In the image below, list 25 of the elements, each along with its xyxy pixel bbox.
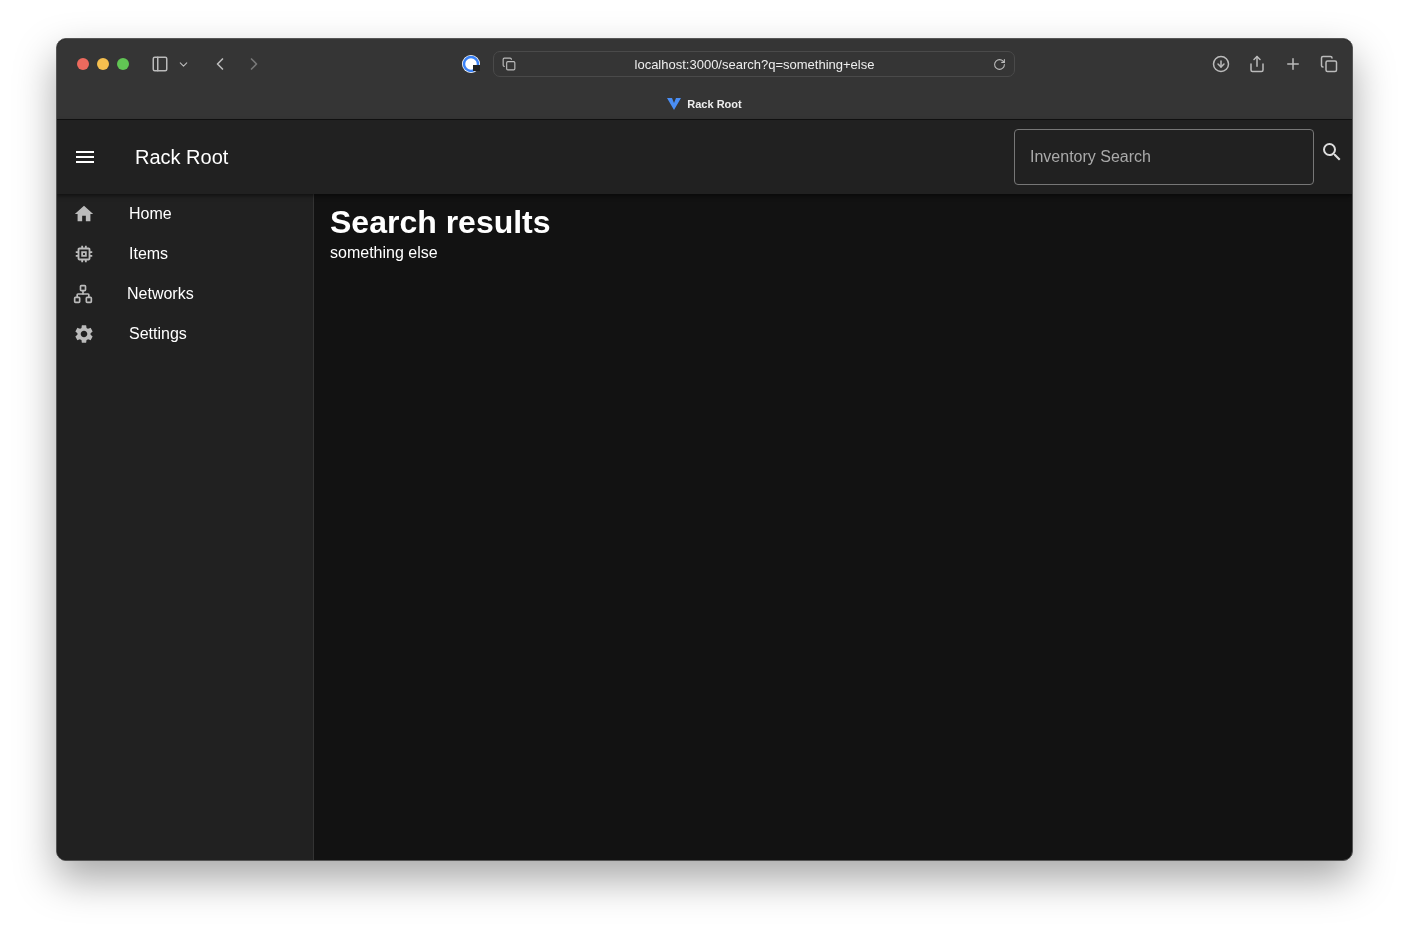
- app-title: Rack Root: [135, 145, 230, 169]
- page-menu-icon[interactable]: [502, 57, 516, 71]
- settings-icon: [73, 323, 95, 345]
- nav-item[interactable]: Home: [57, 194, 313, 234]
- nav-item[interactable]: Settings: [57, 314, 313, 354]
- minimize-window-button[interactable]: [97, 58, 109, 70]
- new-tab-icon[interactable]: [1284, 55, 1302, 73]
- nav-item[interactable]: Networks: [57, 274, 313, 314]
- search-field[interactable]: Inventory Search: [1014, 129, 1314, 185]
- nav-item[interactable]: Items: [57, 234, 313, 274]
- reload-icon[interactable]: [993, 57, 1006, 71]
- tabs-overview-icon[interactable]: [1320, 55, 1338, 73]
- tab-title[interactable]: Rack Root: [687, 98, 742, 110]
- chip-icon: [73, 243, 95, 265]
- sidebar-toggle-icon[interactable]: [151, 55, 169, 73]
- share-icon[interactable]: [1248, 55, 1266, 73]
- close-window-button[interactable]: [77, 58, 89, 70]
- search-query: something else: [330, 244, 439, 262]
- network-icon: [73, 284, 93, 304]
- download-icon[interactable]: [1212, 55, 1230, 73]
- maximize-window-button[interactable]: [117, 58, 129, 70]
- address-bar[interactable]: localhost:3000/search?q=something+else: [493, 51, 1015, 77]
- v-logo-icon: [667, 98, 682, 110]
- page-heading: Search results: [330, 203, 552, 242]
- password-lock-icon[interactable]: [461, 54, 481, 74]
